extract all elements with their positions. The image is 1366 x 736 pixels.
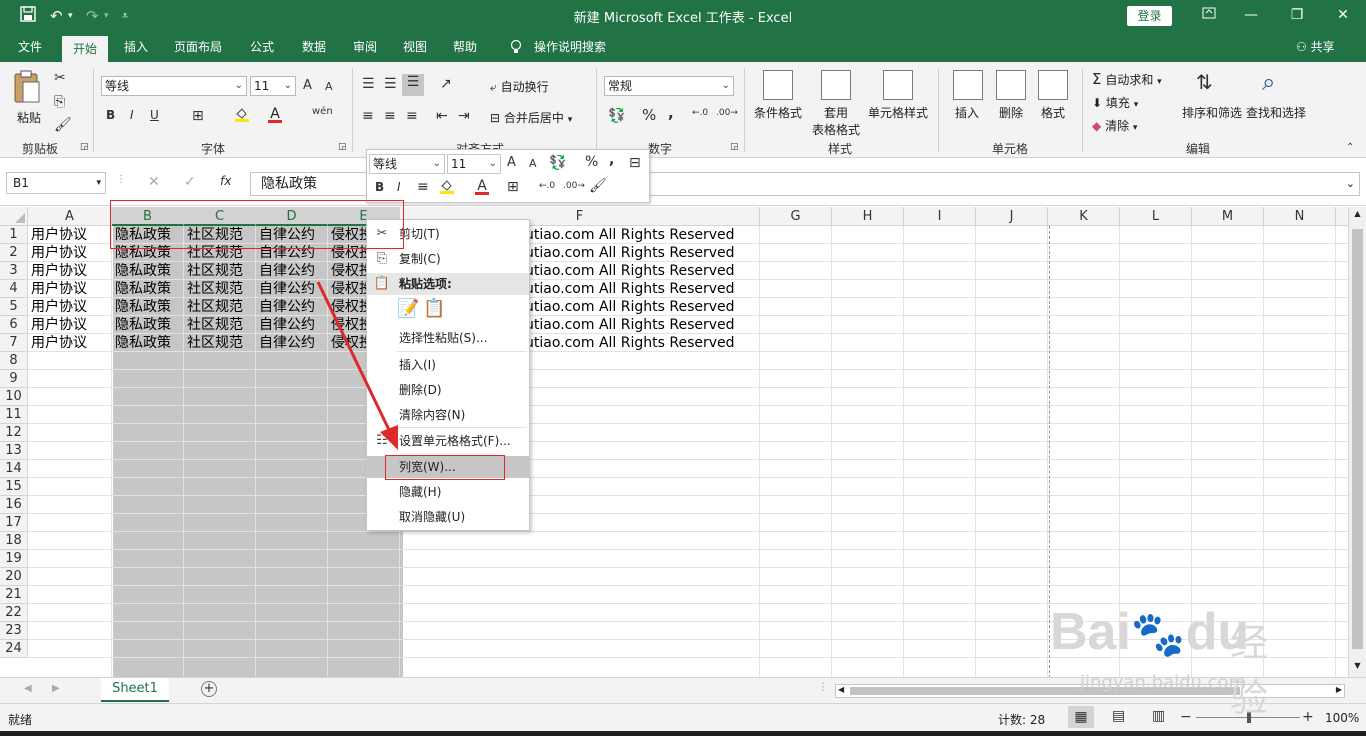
annotation-arrow (316, 281, 398, 450)
